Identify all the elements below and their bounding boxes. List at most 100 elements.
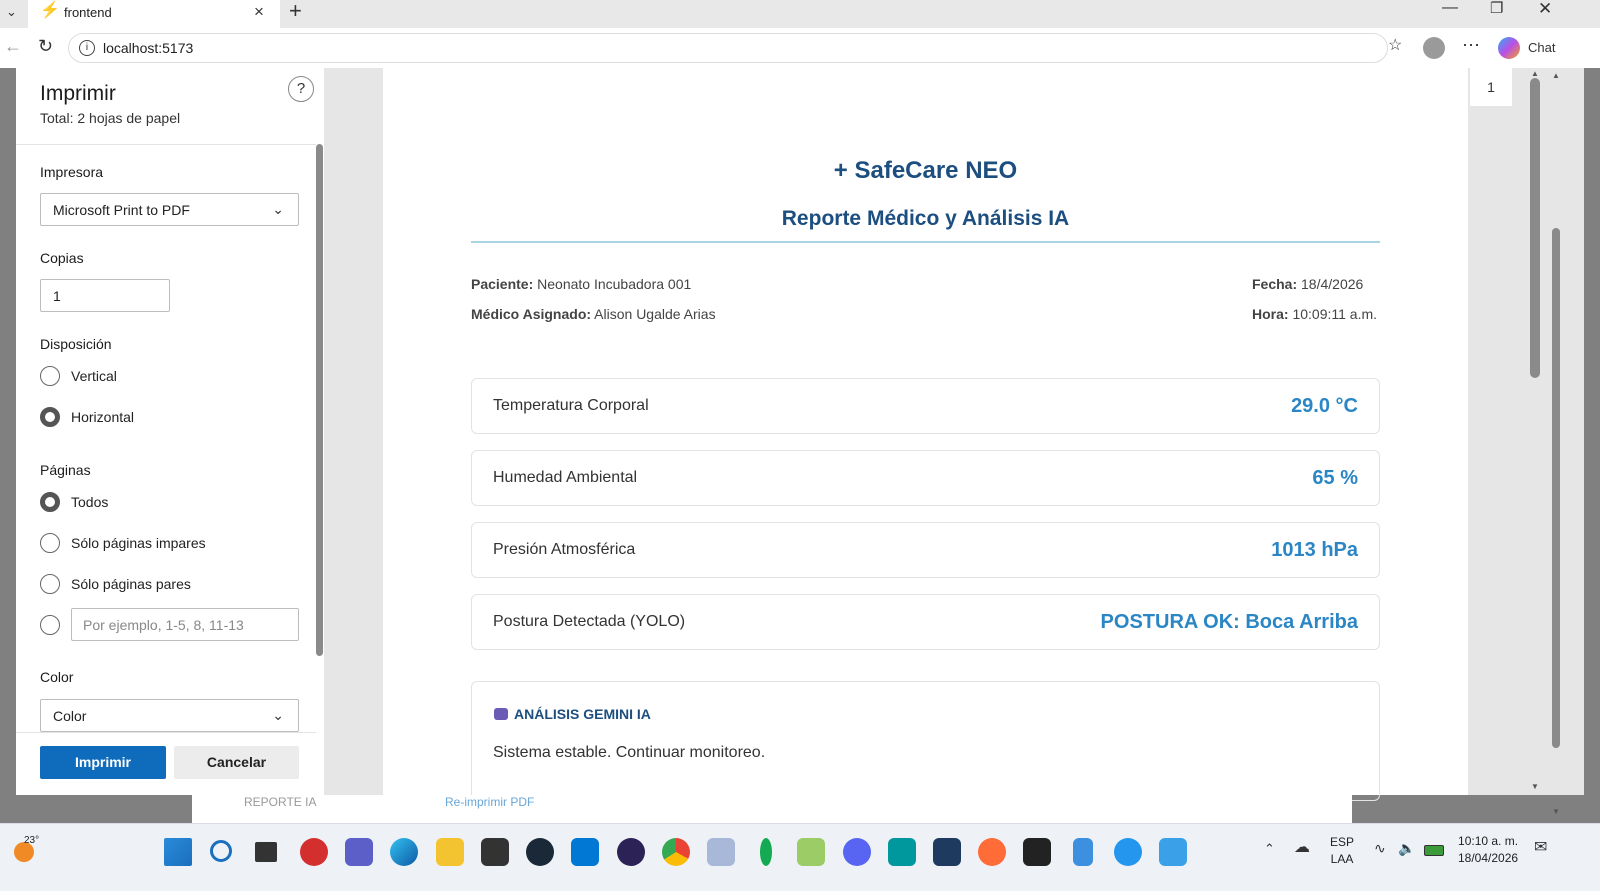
printer-select[interactable]: Microsoft Print to PDF ⌄: [40, 193, 299, 226]
metric-label: Postura Detectada (YOLO): [493, 613, 686, 630]
metric-card-humidity: Humedad Ambiental 65 %: [471, 450, 1380, 506]
app-dark-blue-icon[interactable]: [933, 838, 961, 866]
app-red-icon[interactable]: [300, 838, 328, 866]
minimize-icon[interactable]: —: [1442, 0, 1458, 16]
eclipse-icon[interactable]: [617, 838, 645, 866]
pages-even-label[interactable]: Sólo páginas pares: [71, 576, 191, 592]
print-preview-page: + SafeCare NEO Reporte Médico y Análisis…: [383, 68, 1468, 801]
profile-avatar[interactable]: [1423, 37, 1445, 59]
clock[interactable]: 10:10 a. m. 18/04/2026: [1458, 834, 1518, 865]
arduino-icon[interactable]: [888, 838, 916, 866]
discord-icon[interactable]: [843, 838, 871, 866]
chrome-icon[interactable]: [662, 838, 690, 866]
back-icon[interactable]: ←: [4, 37, 22, 55]
postman-icon[interactable]: [978, 838, 1006, 866]
pages-odd-label[interactable]: Sólo páginas impares: [71, 535, 206, 551]
report-brand: + SafeCare NEO: [833, 157, 1018, 184]
chevron-down-icon: ⌄: [272, 201, 284, 217]
chevron-down-icon: ⌄: [272, 707, 284, 723]
restore-icon[interactable]: ❐: [1490, 1, 1503, 16]
printer-label: Impresora: [40, 164, 104, 180]
windows-start-icon[interactable]: [164, 838, 192, 866]
chat-label[interactable]: Chat: [1528, 40, 1555, 55]
battery-icon[interactable]: [1424, 845, 1444, 856]
layout-label: Disposición: [40, 336, 112, 352]
unity-icon[interactable]: [481, 838, 509, 866]
page-indicator: 1: [1470, 68, 1512, 106]
android-icon[interactable]: [797, 838, 825, 866]
divider: [16, 144, 316, 145]
patient-line: Paciente: Neonato Incubadora 001: [471, 276, 691, 292]
pages-all-radio[interactable]: [40, 492, 60, 512]
reprint-pdf-link[interactable]: Re-imprimir PDF: [445, 795, 534, 809]
cancel-button[interactable]: Cancelar: [174, 746, 299, 779]
onedrive-off-icon[interactable]: ☁: [1294, 840, 1310, 856]
scroll-down-icon[interactable]: ▼: [1531, 783, 1539, 791]
tab-strip: ⌄ ⚡ frontend × + — ❐ ✕: [0, 0, 1600, 28]
layout-horizontal-radio[interactable]: [40, 407, 60, 427]
layout-vertical-radio[interactable]: [40, 366, 60, 386]
preview-scrollbar[interactable]: [1530, 78, 1540, 378]
new-tab-icon[interactable]: +: [289, 0, 302, 22]
layout-vertical-label[interactable]: Vertical: [71, 368, 117, 384]
page-scrollbar[interactable]: [1552, 228, 1560, 748]
wifi-icon[interactable]: ∿: [1374, 841, 1386, 855]
edge-icon[interactable]: [390, 838, 418, 866]
task-view-icon[interactable]: [255, 842, 277, 862]
reporte-ia-tab[interactable]: REPORTE IA: [244, 795, 316, 809]
volume-icon[interactable]: 🔈: [1398, 841, 1415, 855]
header-divider: [471, 241, 1380, 243]
metric-value: 29.0 °C: [1291, 395, 1358, 417]
pages-custom-radio[interactable]: [40, 615, 60, 635]
layout-horizontal-label[interactable]: Horizontal: [71, 409, 134, 425]
metric-card-temperature: Temperatura Corporal 29.0 °C: [471, 378, 1380, 434]
terminal-icon[interactable]: [1023, 838, 1051, 866]
close-window-icon[interactable]: ✕: [1538, 0, 1552, 17]
tray-chevron-up-icon[interactable]: ⌃: [1264, 842, 1275, 855]
address-bar[interactable]: i localhost:5173: [68, 33, 1388, 63]
vscode-icon[interactable]: [571, 838, 599, 866]
docker-icon[interactable]: [1114, 838, 1142, 866]
pages-odd-radio[interactable]: [40, 533, 60, 553]
scroll-up-icon[interactable]: ▲: [1531, 70, 1539, 78]
ai-analysis-heading: ANÁLISIS GEMINI IA: [494, 706, 651, 722]
pages-all-label[interactable]: Todos: [71, 494, 108, 510]
copies-input[interactable]: 1: [40, 279, 170, 312]
browser-tab[interactable]: ⚡ frontend ×: [28, 0, 280, 28]
pages-even-radio[interactable]: [40, 574, 60, 594]
copilot-icon[interactable]: [1498, 37, 1520, 59]
page-scroll-up-icon[interactable]: ▲: [1552, 72, 1560, 80]
tab-title: frontend: [64, 5, 112, 20]
close-tab-icon[interactable]: ×: [254, 3, 264, 20]
print-button[interactable]: Imprimir: [40, 746, 166, 779]
tab-list-chevron-icon[interactable]: ⌄: [6, 5, 17, 18]
copies-label: Copias: [40, 250, 84, 266]
metric-value: 1013 hPa: [1271, 539, 1358, 561]
time-label: Hora:: [1252, 306, 1289, 322]
time-value: 10:09:11 a.m.: [1292, 306, 1378, 322]
photos-icon[interactable]: [1159, 838, 1187, 866]
doctor-line: Médico Asignado: Alison Ugalde Arias: [471, 306, 716, 322]
pages-range-input[interactable]: Por ejemplo, 1-5, 8, 11-13: [71, 608, 299, 641]
notepad-icon[interactable]: [1073, 838, 1093, 866]
collections-icon[interactable]: ☆: [1388, 38, 1402, 54]
more-menu-icon[interactable]: ⋯: [1462, 36, 1480, 54]
dialog-title: Imprimir: [40, 82, 116, 105]
help-button[interactable]: ?: [288, 76, 314, 102]
app-lock-icon[interactable]: [707, 838, 735, 866]
settings-scrollbar[interactable]: [316, 144, 323, 656]
printer-value: Microsoft Print to PDF: [53, 202, 190, 218]
page-scroll-down-icon[interactable]: ▼: [1552, 808, 1560, 816]
teams-icon[interactable]: [345, 838, 373, 866]
file-explorer-icon[interactable]: [436, 838, 464, 866]
notification-icon[interactable]: ✉: [1534, 840, 1547, 856]
language-top: ESP: [1330, 835, 1355, 849]
reload-icon[interactable]: ↻: [38, 37, 53, 55]
color-select[interactable]: Color ⌄: [40, 699, 299, 732]
search-icon[interactable]: [210, 840, 232, 862]
mongodb-icon[interactable]: [760, 838, 772, 866]
language-indicator[interactable]: ESP LAA: [1330, 835, 1354, 866]
steam-icon[interactable]: [526, 838, 554, 866]
site-info-icon[interactable]: i: [79, 40, 95, 56]
clock-date: 18/04/2026: [1458, 851, 1519, 865]
